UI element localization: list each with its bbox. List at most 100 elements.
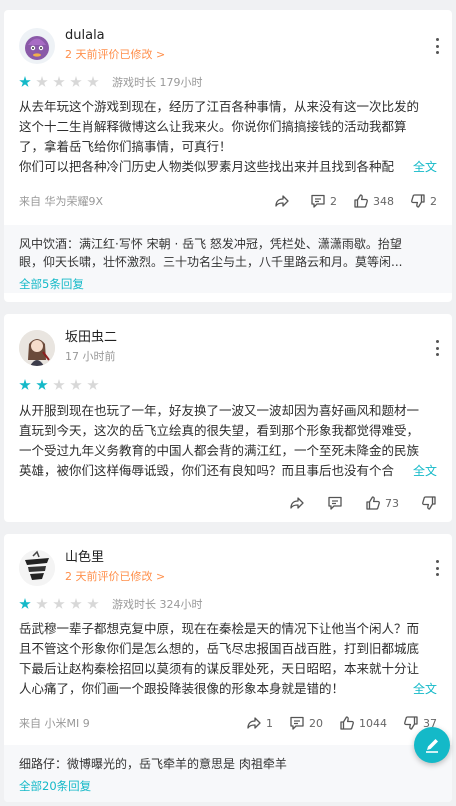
dislike-count: 2	[430, 194, 437, 208]
star-rating	[19, 76, 104, 88]
star-icon	[87, 379, 99, 390]
avatar[interactable]	[19, 550, 55, 586]
review-footer: 来自 华为荣耀9X 2 348 2	[19, 191, 437, 211]
reply-text: 眼，仰天长啸，壮怀激烈。三十功名尘与土，八千里路云和月。莫等闲...	[19, 255, 403, 269]
review-card: 山色里 2 天前评价已修改 > 游戏时长 324小时 岳武穆一辈子都想克复中原，…	[4, 534, 452, 802]
dislike-button[interactable]	[421, 495, 437, 511]
share-button[interactable]	[274, 193, 294, 209]
all-replies-link[interactable]: 全部20条回复	[19, 777, 437, 795]
review-time: 2 天前评价已修改	[65, 48, 153, 61]
star-icon	[53, 379, 65, 390]
like-count: 348	[373, 194, 394, 208]
replies-section[interactable]: 风中饮酒：满江红·写怀 宋朝 · 岳飞 怒发冲冠，凭栏处、潇潇雨歇。抬望 眼，仰…	[4, 225, 452, 293]
username[interactable]: 山色里	[65, 550, 165, 566]
all-replies-link[interactable]: 全部5条回复	[19, 275, 437, 293]
star-icon	[36, 379, 48, 390]
username[interactable]: 坂田虫二	[65, 330, 117, 346]
share-icon	[247, 717, 261, 729]
review-footer: 来自 小米MI 9 1 20 1044 37	[19, 713, 437, 733]
playtime: 游戏时长 324小时	[112, 598, 203, 611]
review-time: 2 天前评价已修改	[65, 570, 153, 583]
comment-icon	[328, 496, 342, 510]
review-main[interactable]: dulala 2 天前评价已修改 > 游戏时长 179小时 从去年玩这个游戏到现…	[4, 10, 452, 211]
review-line: 了，拿着岳飞给你们搞事情，可真行！	[19, 139, 232, 154]
review-text[interactable]: 从去年玩这个游戏到现在，经历了江百各种事情，从来没有这一次比发的 这个十二生肖解…	[19, 97, 437, 177]
review-text[interactable]: 岳武穆一辈子都想克复中原，现在在秦桧是天的情况下让他当个闲人？而 且不管这个形象…	[19, 619, 437, 699]
review-main[interactable]: 坂田虫二 17 小时前 从开服到现在也玩了一年，好友换了一波又一波却因为喜好画风…	[4, 314, 452, 513]
rating-row	[19, 378, 437, 392]
share-count: 1	[266, 716, 273, 730]
comment-button[interactable]: 2	[310, 193, 337, 209]
chevron-right-icon: >	[156, 48, 166, 61]
review-footer: 73	[19, 493, 437, 513]
like-icon	[366, 496, 380, 510]
review-line: 英雄，被你们这样侮辱诋毁，你们还有良知吗？而且事后也没有个合	[19, 463, 395, 478]
review-line: 从去年玩这个游戏到现在，经历了江百各种事情，从来没有这一次比发的	[19, 99, 420, 114]
more-icon[interactable]	[434, 340, 440, 356]
dislike-icon	[411, 194, 425, 208]
star-icon	[70, 76, 82, 87]
comment-icon	[290, 716, 304, 730]
write-review-button[interactable]	[414, 727, 450, 763]
star-icon	[70, 598, 82, 609]
share-button[interactable]: 1	[246, 715, 273, 731]
star-icon	[53, 598, 65, 609]
star-icon	[87, 76, 99, 87]
review-line: 岳武穆一辈子都想克复中原，现在在秦桧是天的情况下让他当个闲人？而	[19, 621, 420, 636]
share-icon	[290, 497, 304, 509]
pencil-icon	[426, 739, 438, 753]
comment-icon	[311, 194, 325, 208]
review-line: 下最后让赵构秦桧招回以莫须有的谋反罪处死，天日昭昭，本来就十分让	[19, 661, 420, 676]
edited-time-link[interactable]: 2 天前评价已修改 >	[65, 48, 165, 62]
reply-text: 细路仔：微博曝光的，岳飞牵羊的意思是 肉祖牵羊	[19, 757, 287, 771]
like-icon	[354, 194, 368, 208]
star-rating	[19, 379, 104, 391]
device-label: 来自 华为荣耀9X	[19, 195, 104, 208]
review-card: dulala 2 天前评价已修改 > 游戏时长 179小时 从去年玩这个游戏到现…	[4, 10, 452, 302]
expand-link[interactable]: 全文	[413, 679, 437, 699]
star-rating	[19, 598, 104, 610]
expand-link[interactable]: 全文	[413, 461, 437, 481]
share-icon	[275, 195, 289, 207]
review-line: 从开服到现在也玩了一年，好友换了一波又一波却因为喜好画风和题材一	[19, 403, 420, 418]
like-button[interactable]: 348	[353, 193, 394, 209]
like-count: 73	[385, 496, 399, 510]
star-icon	[53, 76, 65, 87]
like-count: 1044	[359, 716, 387, 730]
dislike-icon	[422, 496, 436, 510]
username[interactable]: dulala	[65, 28, 165, 44]
like-icon	[340, 716, 354, 730]
review-card: 坂田虫二 17 小时前 从开服到现在也玩了一年，好友换了一波又一波却因为喜好画风…	[4, 314, 452, 522]
expand-link[interactable]: 全文	[413, 157, 437, 177]
review-line: 一个受过九年义务教育的中国人都会背的满江红，一个至死未降金的民族	[19, 443, 420, 458]
avatar[interactable]	[19, 28, 55, 64]
share-button[interactable]	[289, 495, 305, 511]
comment-count: 20	[309, 716, 323, 730]
review-line: 人心痛了，你们画一个跟投降装很像的形象本身就是错的！	[19, 681, 345, 696]
avatar[interactable]	[19, 330, 55, 366]
comment-button[interactable]: 20	[289, 715, 323, 731]
dislike-button[interactable]: 2	[410, 193, 437, 209]
star-icon	[19, 598, 31, 609]
rating-row: 游戏时长 324小时	[19, 597, 437, 611]
more-icon[interactable]	[434, 38, 440, 54]
star-icon	[87, 598, 99, 609]
like-button[interactable]: 73	[365, 495, 399, 511]
comment-button[interactable]	[327, 495, 343, 511]
dislike-icon	[404, 716, 418, 730]
star-icon	[19, 379, 31, 390]
more-icon[interactable]	[434, 560, 440, 576]
comment-count: 2	[330, 194, 337, 208]
edited-time-link[interactable]: 2 天前评价已修改 >	[65, 570, 165, 584]
star-icon	[70, 379, 82, 390]
star-icon	[36, 598, 48, 609]
device-label: 来自 小米MI 9	[19, 717, 90, 730]
chevron-right-icon: >	[156, 570, 166, 583]
rating-row: 游戏时长 179小时	[19, 75, 437, 89]
review-main[interactable]: 山色里 2 天前评价已修改 > 游戏时长 324小时 岳武穆一辈子都想克复中原，…	[4, 534, 452, 733]
review-line: 这个十二生肖解释微博这么让我来火。你说你们搞搞接钱的活动我都算	[19, 119, 407, 134]
like-button[interactable]: 1044	[339, 715, 387, 731]
replies-section[interactable]: 细路仔：微博曝光的，岳飞牵羊的意思是 肉祖牵羊 全部20条回复	[4, 745, 452, 802]
review-text[interactable]: 从开服到现在也玩了一年，好友换了一波又一波却因为喜好画风和题材一 直玩到今天，这…	[19, 401, 437, 481]
review-line: 且不管这个形象你们是怎么想的，岳飞尽忠报国百战百胜，打到旧都城底	[19, 641, 420, 656]
